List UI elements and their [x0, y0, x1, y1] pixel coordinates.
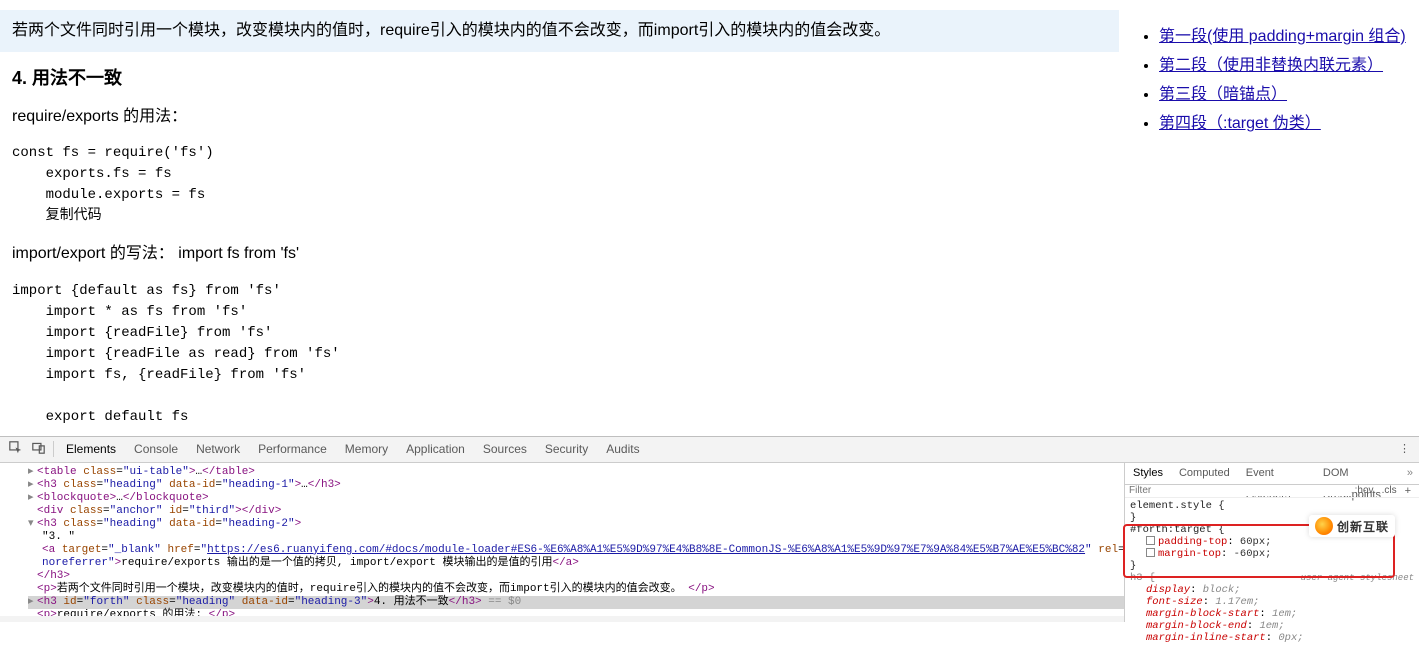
- usage-import-label: import/export 的写法： import fs from 'fs': [12, 241, 1107, 267]
- devtools-panel: Elements Console Network Performance Mem…: [0, 436, 1419, 622]
- heading-section-4: 4. 用法不一致: [12, 64, 1107, 90]
- toc-link-4[interactable]: 第四段（:target 伪类）: [1159, 115, 1321, 132]
- tab-audits[interactable]: Audits: [597, 436, 648, 462]
- device-icon[interactable]: [32, 441, 45, 458]
- tab-network[interactable]: Network: [187, 436, 249, 462]
- logo-swirl-icon: [1315, 517, 1333, 535]
- toc-link-2[interactable]: 第二段（使用非替换内联元素）: [1159, 57, 1383, 74]
- styles-filter-input[interactable]: [1129, 485, 1351, 496]
- article-content: 若两个文件同时引用一个模块，改变模块内的值时，require引入的模块内的值不会…: [0, 0, 1119, 436]
- tab-console[interactable]: Console: [125, 436, 187, 462]
- blockquote: 若两个文件同时引用一个模块，改变模块内的值时，require引入的模块内的值不会…: [0, 10, 1119, 52]
- tab-application[interactable]: Application: [397, 436, 474, 462]
- hov-toggle[interactable]: :hov: [1351, 485, 1378, 496]
- elements-tree[interactable]: ▸<table class="ui-table">…</table> ▸<h3 …: [0, 463, 1124, 622]
- toc-link-1[interactable]: 第一段(使用 padding+margin 组合): [1159, 28, 1406, 45]
- devtools-tabs-row: Elements Console Network Performance Mem…: [0, 437, 1419, 463]
- brand-logo: 创新互联: [1309, 515, 1395, 537]
- toc-sidebar: 第一段(使用 padding+margin 组合) 第二段（使用非替换内联元素）…: [1119, 0, 1419, 436]
- new-style-rule-icon[interactable]: +: [1401, 485, 1415, 497]
- styles-tab-computed[interactable]: Computed: [1171, 462, 1238, 484]
- styles-tab-eventlisteners[interactable]: Event Listeners: [1238, 462, 1315, 484]
- styles-tabs-more-icon[interactable]: »: [1401, 467, 1419, 479]
- tab-elements[interactable]: Elements: [57, 436, 125, 462]
- tab-performance[interactable]: Performance: [249, 436, 336, 462]
- tab-memory[interactable]: Memory: [336, 436, 397, 462]
- usage-require-label: require/exports 的用法：: [12, 104, 1107, 130]
- styles-panel: Styles Computed Event Listeners DOM Brea…: [1124, 463, 1419, 622]
- tab-security[interactable]: Security: [536, 436, 597, 462]
- tab-sources[interactable]: Sources: [474, 436, 536, 462]
- code-block-require: const fs = require('fs') exports.fs = fs…: [12, 143, 1107, 227]
- text-node: "3. ": [42, 531, 75, 543]
- cls-toggle[interactable]: .cls: [1378, 485, 1401, 496]
- inspect-icon[interactable]: [9, 441, 22, 458]
- styles-tab-dombreakpoints[interactable]: DOM Breakpoints: [1315, 462, 1401, 484]
- toc-link-3[interactable]: 第三段（暗锚点）: [1159, 86, 1287, 103]
- code-block-import: import {default as fs} from 'fs' import …: [12, 281, 1107, 428]
- devtools-more-icon[interactable]: ⋮: [1399, 442, 1410, 456]
- blockquote-text: 若两个文件同时引用一个模块，改变模块内的值时，require引入的模块内的值不会…: [0, 18, 1119, 44]
- selected-element[interactable]: ▸<h3 id="forth" class="heading" data-id=…: [28, 596, 1124, 609]
- styles-tab-styles[interactable]: Styles: [1125, 462, 1171, 484]
